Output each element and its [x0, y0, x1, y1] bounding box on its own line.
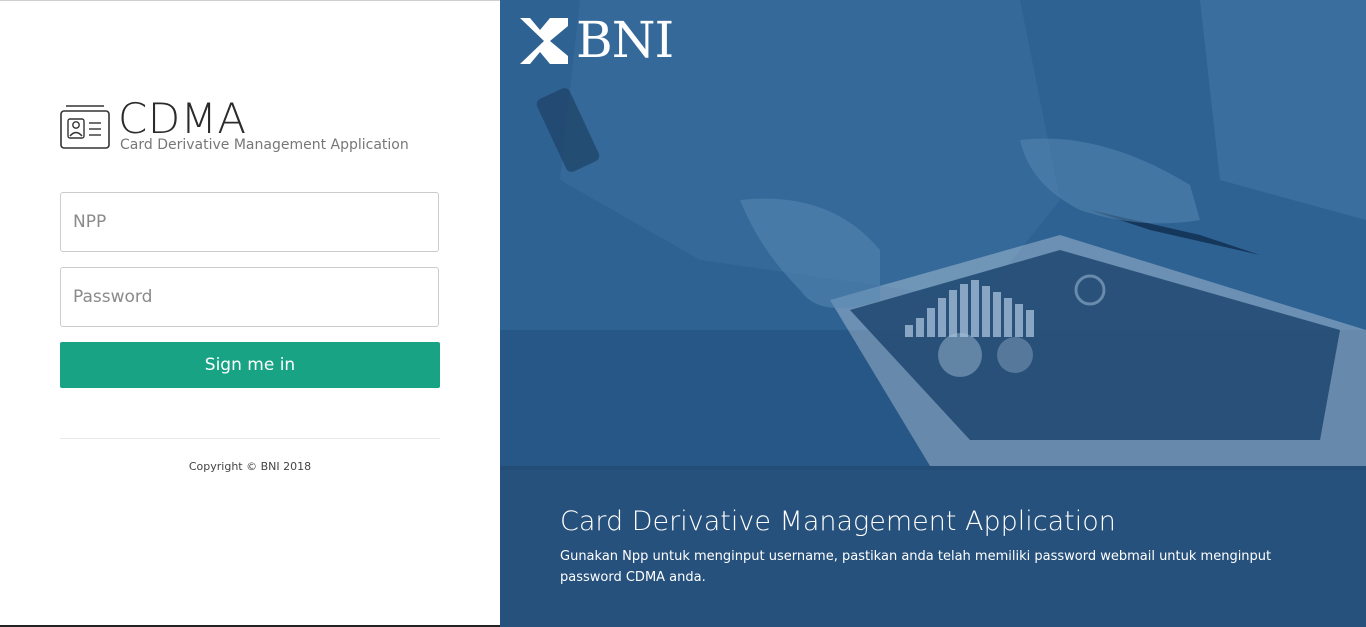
- bni-logo-text: BNI: [576, 11, 674, 69]
- hero-caption-title: Card Derivative Management Application: [560, 506, 1116, 537]
- hero-caption: Card Derivative Management Application G…: [500, 466, 1366, 627]
- divider: [60, 438, 440, 439]
- bni-logo: BNI: [520, 12, 682, 68]
- bni-mark-icon: [520, 18, 568, 64]
- id-card-icon: [60, 105, 110, 149]
- app-subtitle: Card Derivative Management Application: [120, 137, 409, 153]
- login-panel: CDMA Card Derivative Management Applicat…: [0, 0, 500, 627]
- copyright-text: Copyright © BNI 2018: [188, 460, 312, 473]
- hero-caption-text: Gunakan Npp untuk menginput username, pa…: [560, 549, 1272, 585]
- npp-input[interactable]: [60, 192, 439, 252]
- sign-in-button[interactable]: Sign me in: [60, 342, 440, 388]
- app-brand: CDMA Card Derivative Management Applicat…: [60, 95, 440, 161]
- password-input[interactable]: [60, 267, 439, 327]
- hero-panel: BNI Card Derivative Management Applicati…: [500, 0, 1366, 627]
